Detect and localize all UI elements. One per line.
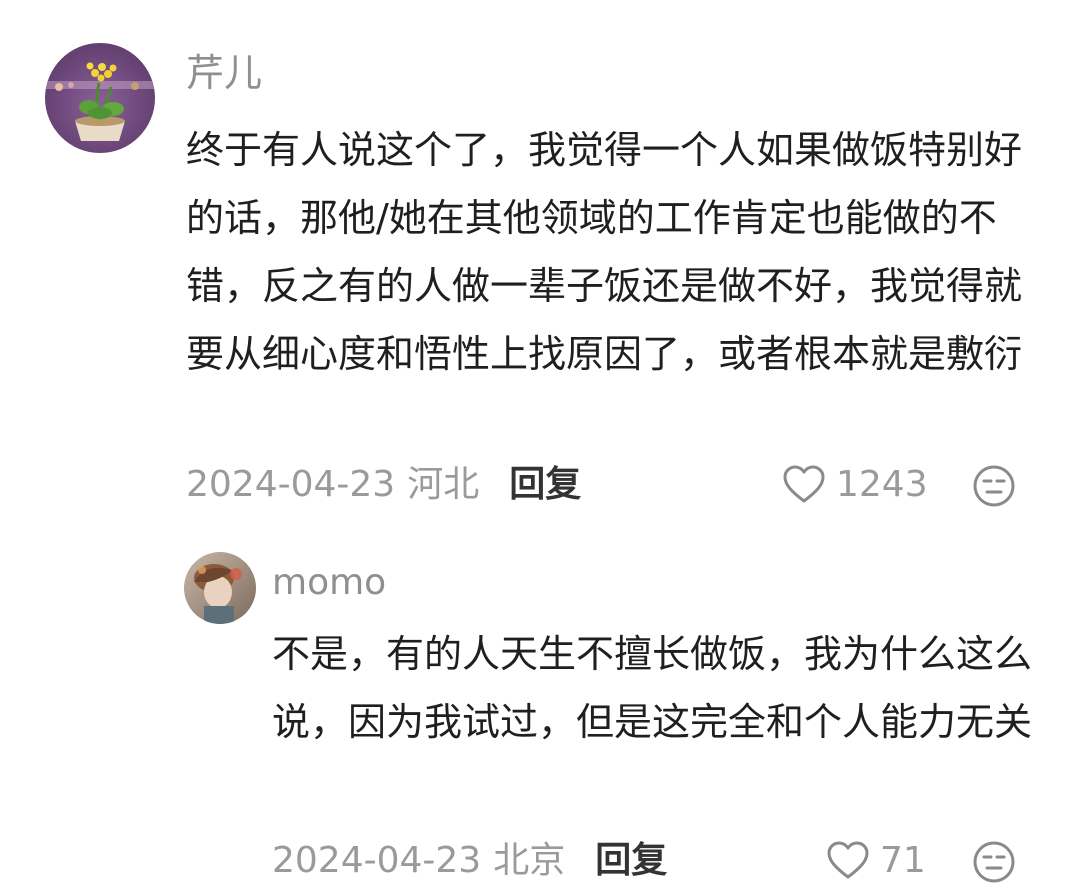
comment-date: 2024-04-23 <box>186 464 396 505</box>
username[interactable]: momo <box>272 558 386 608</box>
reaction-button[interactable] <box>972 464 1016 512</box>
avatar[interactable] <box>45 43 155 153</box>
comment-text: 不是，有的人天生不擅长做饭，我为什么这么说，因为我试过，但是这完全和个人能力无关 <box>272 632 1033 744</box>
avatar[interactable] <box>184 552 256 624</box>
meh-face-icon <box>973 465 1015 507</box>
comment-item: 芹儿 终于有人说这个了，我觉得一个人如果做饭特别好的话，那他/她在其他领域的工作… <box>0 0 1080 540</box>
comment-location: 北京 <box>493 840 566 881</box>
reaction-button[interactable] <box>972 840 1016 888</box>
heart-outline-icon <box>783 465 825 503</box>
avatar-plant-image <box>45 43 155 153</box>
reply-item: momo 不是，有的人天生不擅长做饭，我为什么这么说，因为我试过，但是这完全和个… <box>0 540 1080 883</box>
like-count: 71 <box>880 840 926 881</box>
like-count: 1243 <box>836 464 928 505</box>
like-button[interactable]: 1243 <box>782 460 928 510</box>
username[interactable]: 芹儿 <box>186 48 262 98</box>
comment-meta: 2024-04-23 河北 回复 <box>186 460 581 510</box>
reply-button[interactable]: 回复 <box>509 460 581 510</box>
heart-outline-icon <box>827 841 869 879</box>
comment-location: 河北 <box>407 464 480 505</box>
comment-date: 2024-04-23 <box>272 840 482 881</box>
like-button[interactable]: 71 <box>826 836 926 886</box>
meh-face-icon <box>973 841 1015 883</box>
reply-button[interactable]: 回复 <box>595 836 667 886</box>
avatar-portrait-image <box>184 552 256 624</box>
comment-meta: 2024-04-23 北京 回复 <box>272 836 667 886</box>
comment-text: 终于有人说这个了，我觉得一个人如果做饭特别好的话，那他/她在其他领域的工作肯定也… <box>186 128 1023 376</box>
